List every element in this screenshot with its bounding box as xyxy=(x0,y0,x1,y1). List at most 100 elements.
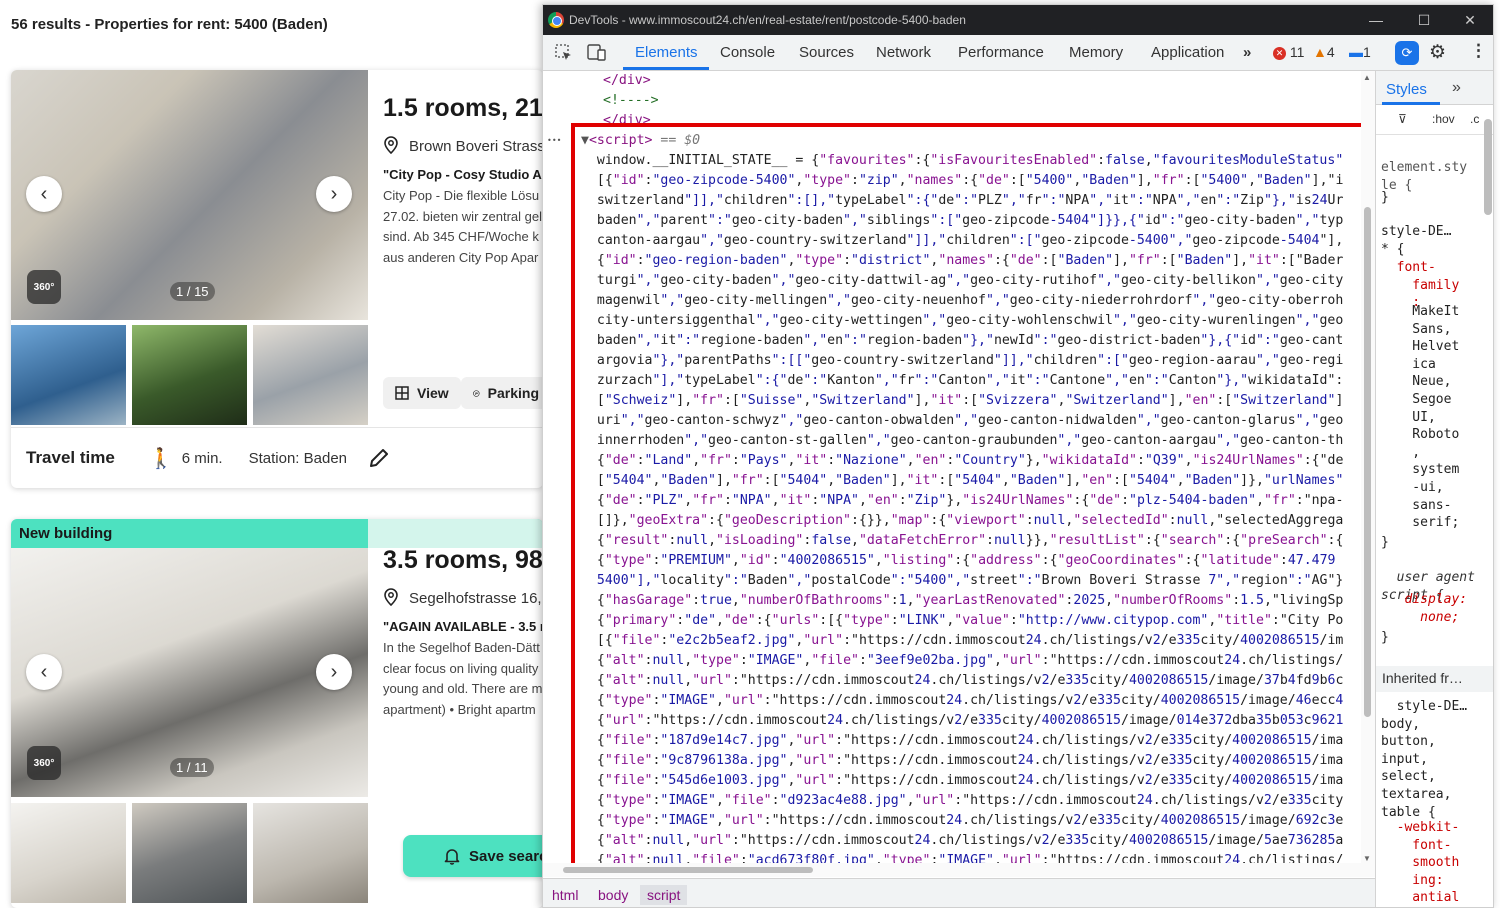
listing-subtitle: "AGAIN AVAILABLE - 3.5 r xyxy=(383,619,543,634)
description-line: aus anderen City Pop Apar xyxy=(383,249,539,265)
360-tour-icon[interactable]: 360° xyxy=(27,746,61,780)
listing-address: Brown Boveri Strass xyxy=(383,136,543,155)
thumbnail[interactable] xyxy=(132,325,247,425)
save-search-button[interactable]: Save searc xyxy=(403,835,543,877)
chrome-icon xyxy=(548,12,564,28)
tab-sources[interactable]: Sources xyxy=(799,44,854,61)
listing-photo[interactable]: ‹ › 360° 1 / 15 xyxy=(11,70,368,320)
tab-network[interactable]: Network xyxy=(876,44,931,61)
message-count-label: 1 xyxy=(1363,44,1371,60)
view-label: View xyxy=(417,385,449,401)
more-tabs-icon[interactable]: » xyxy=(1452,79,1461,97)
code-line[interactable]: </div> xyxy=(603,71,651,91)
devtools-window: DevTools - www.immoscout24.ch/en/real-es… xyxy=(542,4,1494,908)
filter-icon[interactable]: ⊽ xyxy=(1398,112,1407,126)
breadcrumb-script[interactable]: script xyxy=(640,885,688,905)
location-pin-icon xyxy=(384,588,398,606)
results-title: 56 results - Properties for rent: 5400 (… xyxy=(11,16,328,33)
highlight-box xyxy=(571,123,1367,873)
styles-filter-bar[interactable]: ⊽ :hov .c xyxy=(1376,105,1493,135)
tab-styles[interactable]: Styles xyxy=(1386,81,1427,98)
prev-photo-button[interactable]: ‹ xyxy=(26,176,62,212)
inspect-element-icon[interactable] xyxy=(555,44,573,62)
horizontal-scrollbar[interactable] xyxy=(543,863,1375,877)
more-tabs-icon[interactable]: » xyxy=(1243,44,1251,61)
thumbnail[interactable] xyxy=(11,325,126,425)
360-tour-icon[interactable]: 360° xyxy=(27,270,61,304)
travel-minutes: 6 min. xyxy=(181,449,223,467)
style-rule-text[interactable]: element.sty le { xyxy=(1381,159,1467,194)
listing-card[interactable]: New building ‹ › 360° 1 / 11 3.5 rooms, … xyxy=(11,519,543,908)
settings-gear-icon[interactable]: ⚙ xyxy=(1429,41,1446,64)
code-line[interactable]: <!----> xyxy=(603,91,659,111)
message-count[interactable]: ▬1 xyxy=(1349,44,1371,60)
message-icon: ▬ xyxy=(1349,44,1363,60)
description-line: In the Segelhof Baden-Dätt xyxy=(383,640,540,655)
tab-application[interactable]: Application xyxy=(1151,44,1224,61)
breadcrumb-body[interactable]: body xyxy=(598,887,628,903)
devtools-tabbar: Elements Console Sources Network Perform… xyxy=(543,35,1493,71)
style-rule-text[interactable]: } xyxy=(1381,629,1389,647)
style-rule-text[interactable]: style-DE… body, button, input, select, t… xyxy=(1381,698,1467,821)
device-toolbar-icon[interactable] xyxy=(587,44,607,62)
description-line: apartment) • Bright apartm xyxy=(383,701,536,717)
prev-photo-button[interactable]: ‹ xyxy=(26,654,62,690)
more-options-icon[interactable]: ⋮ xyxy=(1470,41,1487,61)
listing-description: In the Segelhof Baden-Dätt clear focus o… xyxy=(383,638,543,720)
active-tab-indicator xyxy=(623,67,709,70)
travel-time-bar: Travel time 🚶 6 min. Station: Baden xyxy=(11,427,543,488)
listing-title[interactable]: 1.5 rooms, 21m xyxy=(383,94,543,123)
scroll-up-icon[interactable]: ▲ xyxy=(1363,73,1371,82)
description-line: young and old. There are m xyxy=(383,681,543,696)
tab-elements[interactable]: Elements xyxy=(635,44,698,61)
listing-title[interactable]: 3.5 rooms, 98 xyxy=(383,546,543,575)
style-rule-text[interactable]: MakeIt Sans, Helvet ica Neue, Segoe UI, … xyxy=(1381,303,1459,532)
next-photo-button[interactable]: › xyxy=(316,654,352,690)
style-rule-text[interactable]: Inherited fr… xyxy=(1376,666,1493,692)
devtools-titlebar: DevTools - www.immoscout24.ch/en/real-es… xyxy=(543,5,1493,35)
vertical-scrollbar[interactable]: ▲ ▼ xyxy=(1361,71,1375,871)
bell-icon xyxy=(444,849,460,865)
view-button[interactable]: View xyxy=(383,377,461,409)
listing-photo[interactable]: ‹ › 360° 1 / 11 xyxy=(11,548,368,797)
style-rule-text[interactable]: style-DE… * { xyxy=(1381,223,1451,258)
styles-scroll-thumb[interactable] xyxy=(1484,119,1492,215)
style-rule-text[interactable]: display: none; xyxy=(1381,591,1467,626)
cls-toggle[interactable]: .c xyxy=(1470,112,1479,126)
scroll-down-icon[interactable]: ▼ xyxy=(1363,854,1371,863)
style-rule-text[interactable]: } xyxy=(1381,534,1389,552)
description-line: 27.02. bieten wir zentral gel xyxy=(383,208,542,224)
node-menu-icon[interactable]: ••• xyxy=(547,131,561,151)
thumbnail[interactable] xyxy=(132,803,247,903)
listing-subtitle: "City Pop - Cosy Studio A xyxy=(383,167,542,182)
tab-memory[interactable]: Memory xyxy=(1069,44,1123,61)
styles-pane: Styles » ⊽ :hov .c element.sty le {} styl… xyxy=(1375,71,1493,907)
walking-icon: 🚶 xyxy=(148,447,174,470)
style-rule-text[interactable]: } xyxy=(1381,189,1389,207)
error-count[interactable]: ✕ 11 xyxy=(1273,44,1304,60)
tab-performance[interactable]: Performance xyxy=(958,44,1044,61)
scroll-thumb[interactable] xyxy=(563,867,813,873)
next-photo-button[interactable]: › xyxy=(316,176,352,212)
parking-label: Parking xyxy=(487,385,539,401)
listing-card[interactable]: ‹ › 360° 1 / 15 1.5 rooms, 21m Brown Bov… xyxy=(11,70,543,488)
thumbnail[interactable] xyxy=(11,803,126,903)
ai-assistance-icon[interactable]: ⟳ xyxy=(1395,41,1419,65)
thumbnail[interactable] xyxy=(253,325,368,425)
maximize-icon[interactable]: ☐ xyxy=(1401,5,1447,35)
edit-pencil-icon[interactable] xyxy=(367,446,391,470)
listing-description: City Pop - Die flexible Lösu 27.02. biet… xyxy=(383,186,543,268)
tab-console[interactable]: Console xyxy=(720,44,775,61)
breadcrumb-html[interactable]: html xyxy=(552,887,578,903)
address-text: Segelhofstrasse 16, xyxy=(409,590,542,607)
hov-toggle[interactable]: :hov xyxy=(1432,112,1455,126)
style-rule-text[interactable]: -webkit- font- smooth ing: antial xyxy=(1381,819,1460,907)
parking-button[interactable]: P Parking xyxy=(461,377,543,409)
thumbnail[interactable] xyxy=(253,803,368,903)
error-count-label: 11 xyxy=(1289,44,1305,60)
minimize-icon[interactable]: — xyxy=(1353,5,1399,35)
scroll-thumb[interactable] xyxy=(1364,207,1371,717)
parking-icon: P xyxy=(473,389,480,397)
close-icon[interactable]: ✕ xyxy=(1447,5,1493,35)
warning-count[interactable]: ▲4 xyxy=(1313,44,1335,60)
